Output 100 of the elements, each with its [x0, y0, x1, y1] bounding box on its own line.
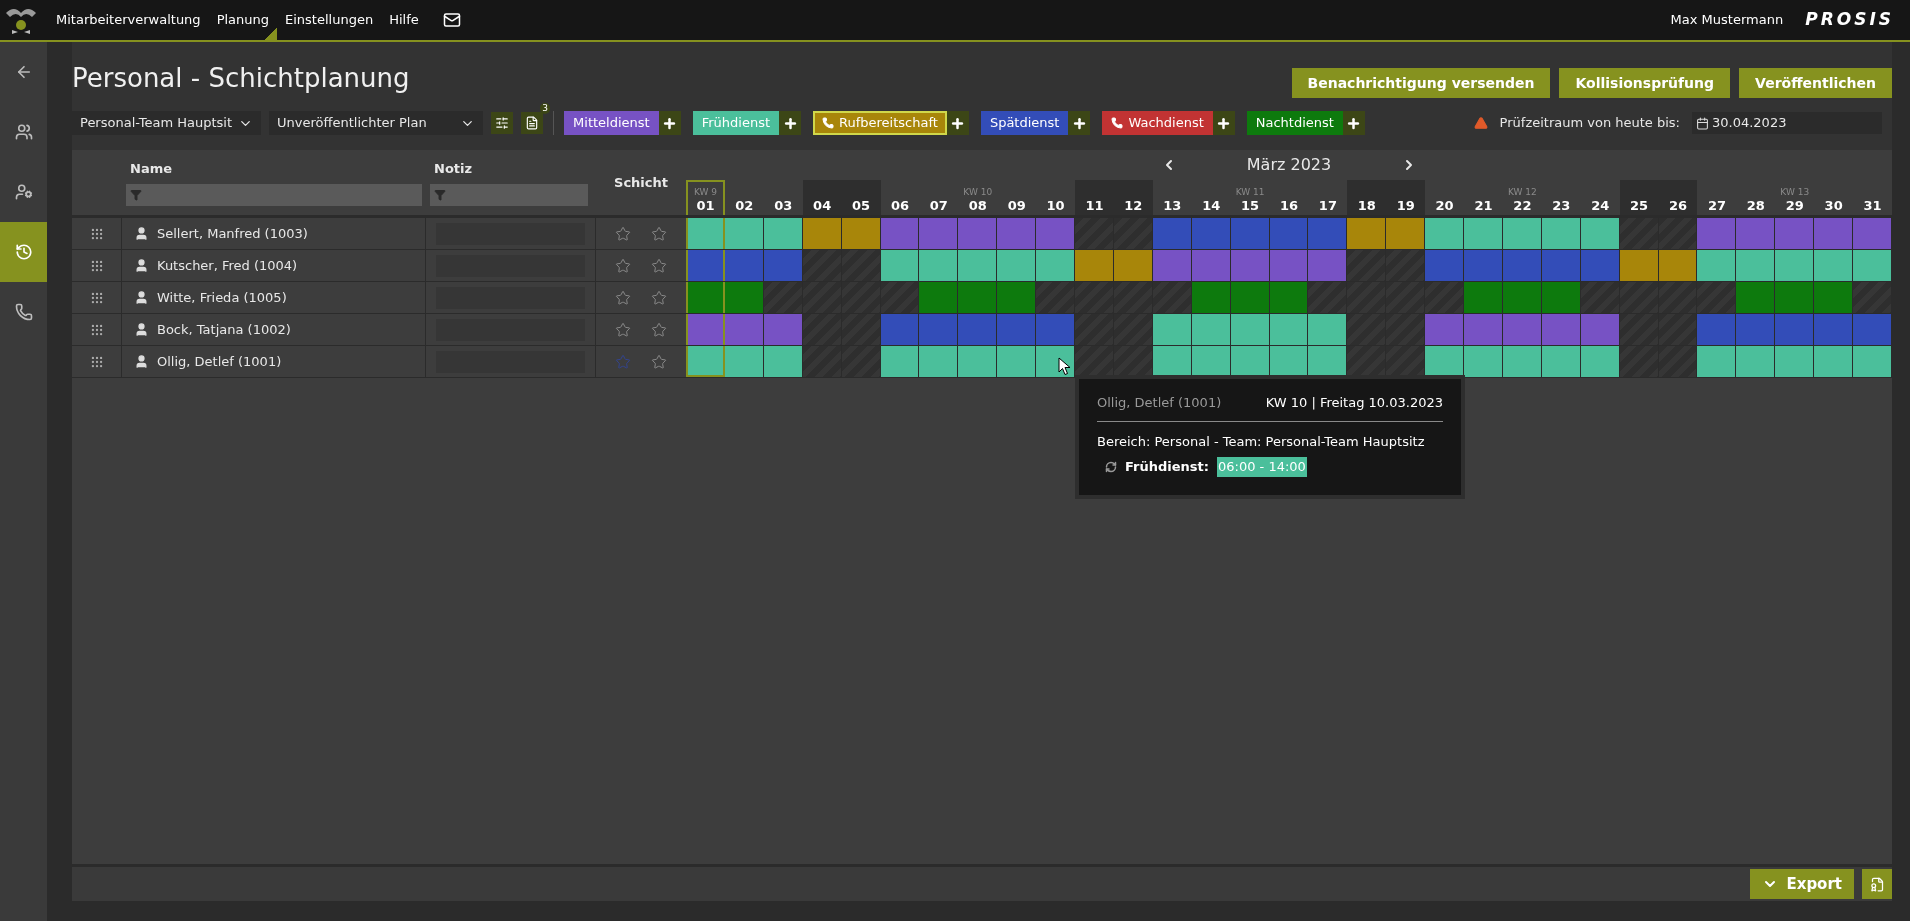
shift-chip[interactable]: Wachdienst	[1102, 111, 1213, 135]
free-cell[interactable]	[841, 346, 881, 377]
shift-cell[interactable]	[919, 314, 959, 345]
shift-cell[interactable]	[1853, 346, 1892, 377]
free-cell[interactable]	[1425, 282, 1465, 313]
free-cell[interactable]	[1113, 282, 1153, 313]
shift-cell[interactable]	[1736, 314, 1776, 345]
shift-cell[interactable]	[1425, 314, 1465, 345]
shift-cell[interactable]	[1113, 250, 1153, 281]
shift-cell[interactable]	[997, 346, 1037, 377]
free-cell[interactable]	[1347, 250, 1387, 281]
shift-cell[interactable]	[1541, 250, 1581, 281]
sidebar-item[interactable]	[0, 222, 47, 282]
day-header[interactable]: 07	[919, 180, 959, 215]
shift-cell[interactable]	[919, 250, 959, 281]
shift-cell[interactable]	[1308, 314, 1348, 345]
add-button[interactable]	[779, 111, 801, 135]
day-header[interactable]: KW 13 29	[1775, 180, 1815, 215]
shift-cell[interactable]	[1191, 250, 1231, 281]
star-icon[interactable]	[651, 353, 667, 370]
free-cell[interactable]	[1075, 346, 1114, 377]
shift-cell[interactable]	[1697, 314, 1737, 345]
shift-cell[interactable]	[1347, 218, 1387, 249]
shift-cell[interactable]	[1853, 250, 1892, 281]
shift-cell[interactable]	[1775, 250, 1815, 281]
shift-cell[interactable]	[1853, 218, 1892, 249]
shift-cell[interactable]	[1502, 346, 1542, 377]
shift-cell[interactable]	[686, 314, 725, 345]
shift-cell[interactable]	[724, 314, 764, 345]
shift-cell[interactable]	[958, 282, 998, 313]
day-header[interactable]: 05	[841, 180, 881, 215]
shift-cell[interactable]	[686, 282, 725, 313]
star-icon[interactable]	[615, 225, 631, 242]
day-header[interactable]: KW 10 08	[958, 180, 998, 215]
shift-chip[interactable]: Spätdienst	[980, 111, 1069, 135]
shift-cell[interactable]	[1619, 250, 1659, 281]
star-icon[interactable]	[615, 257, 631, 274]
star-icon[interactable]	[651, 225, 667, 242]
drag-handle-icon[interactable]	[89, 226, 104, 241]
day-header[interactable]: 28	[1736, 180, 1776, 215]
shift-cell[interactable]	[1425, 218, 1465, 249]
shift-cell[interactable]	[880, 250, 920, 281]
drag-handle-icon[interactable]	[89, 322, 104, 337]
shift-cell[interactable]	[1230, 314, 1270, 345]
shift-cell[interactable]	[1814, 314, 1854, 345]
shift-cell[interactable]	[1775, 218, 1815, 249]
free-cell[interactable]	[1347, 346, 1387, 377]
day-header[interactable]: 12	[1113, 180, 1153, 215]
day-header[interactable]: 25	[1619, 180, 1659, 215]
shift-cell[interactable]	[763, 346, 803, 377]
add-button[interactable]	[1212, 111, 1235, 135]
shift-cell[interactable]	[1152, 218, 1192, 249]
plan-dropdown[interactable]: Unveröffentlichter Plan	[269, 111, 484, 135]
free-cell[interactable]	[1347, 282, 1387, 313]
day-header[interactable]: 06	[880, 180, 920, 215]
day-header[interactable]: 19	[1386, 180, 1426, 215]
free-cell[interactable]	[1619, 282, 1659, 313]
shift-cell[interactable]	[1697, 218, 1737, 249]
day-header[interactable]: 11	[1075, 180, 1114, 215]
shift-cell[interactable]	[724, 250, 764, 281]
shift-cell[interactable]	[1580, 250, 1620, 281]
shift-cell[interactable]	[1464, 250, 1503, 281]
free-cell[interactable]	[1386, 346, 1426, 377]
shift-cell[interactable]	[1269, 218, 1309, 249]
free-cell[interactable]	[1658, 346, 1698, 377]
shift-cell[interactable]	[1775, 282, 1815, 313]
free-cell[interactable]	[802, 346, 842, 377]
team-dropdown[interactable]: Personal-Team Hauptsit	[72, 111, 262, 135]
day-header[interactable]: 04	[802, 180, 842, 215]
free-cell[interactable]	[763, 282, 803, 313]
shift-cell[interactable]	[1269, 250, 1309, 281]
shift-cell[interactable]	[997, 282, 1037, 313]
shift-cell[interactable]	[1308, 346, 1348, 377]
shift-cell[interactable]	[1386, 218, 1426, 249]
drag-handle-icon[interactable]	[89, 290, 104, 305]
free-cell[interactable]	[1113, 314, 1153, 345]
free-cell[interactable]	[1308, 282, 1348, 313]
shift-cell[interactable]	[1230, 282, 1270, 313]
add-button[interactable]	[1068, 111, 1091, 135]
shift-cell[interactable]	[1775, 314, 1815, 345]
info-button[interactable]	[1862, 869, 1892, 899]
free-cell[interactable]	[802, 314, 842, 345]
day-header[interactable]: 27	[1697, 180, 1737, 215]
shift-cell[interactable]	[802, 218, 842, 249]
shift-cell[interactable]	[1464, 282, 1503, 313]
shift-cell[interactable]	[958, 218, 998, 249]
day-header[interactable]: 23	[1541, 180, 1581, 215]
shift-cell[interactable]	[1736, 346, 1776, 377]
shift-cell[interactable]	[841, 218, 881, 249]
shift-cell[interactable]	[1464, 314, 1503, 345]
shift-cell[interactable]	[1191, 218, 1231, 249]
shift-cell[interactable]	[686, 218, 725, 249]
shift-cell[interactable]	[1502, 250, 1542, 281]
shift-cell[interactable]	[958, 314, 998, 345]
shift-cell[interactable]	[1853, 314, 1892, 345]
shift-cell[interactable]	[724, 218, 764, 249]
shift-cell[interactable]	[1230, 218, 1270, 249]
shift-cell[interactable]	[1269, 282, 1309, 313]
star-icon[interactable]	[615, 321, 631, 338]
star-icon[interactable]	[615, 353, 631, 370]
